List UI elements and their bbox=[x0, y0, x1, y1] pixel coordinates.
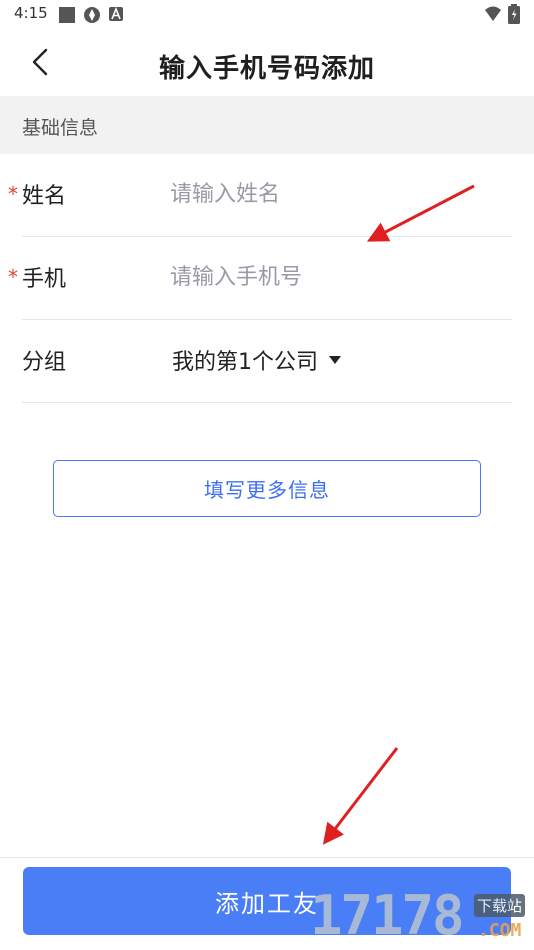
phone-row: * 手机 bbox=[8, 237, 512, 320]
section-title: 基础信息 bbox=[22, 117, 99, 139]
required-mark: * bbox=[8, 265, 18, 289]
name-label: 姓名 bbox=[22, 184, 67, 209]
gear-sync-icon bbox=[84, 7, 100, 23]
wifi-icon bbox=[485, 6, 501, 21]
section-header: 基础信息 bbox=[0, 96, 534, 154]
nav-bar: 输入手机号码添加 bbox=[0, 28, 534, 96]
status-bar: 4:15 bbox=[0, 0, 534, 28]
required-mark: * bbox=[8, 182, 18, 206]
battery-icon bbox=[508, 4, 520, 24]
bottom-divider bbox=[0, 857, 534, 858]
group-row: 分组 我的第1个公司 bbox=[22, 320, 512, 403]
name-input[interactable] bbox=[170, 174, 490, 214]
more-info-button[interactable]: 填写更多信息 bbox=[53, 460, 481, 517]
accessibility-icon bbox=[109, 6, 123, 21]
name-row: * 姓名 bbox=[8, 154, 512, 237]
add-worker-label: 添加工友 bbox=[215, 889, 319, 918]
group-select[interactable]: 我的第1个公司 bbox=[172, 344, 342, 376]
more-info-label: 填写更多信息 bbox=[204, 478, 330, 502]
annotation-arrow bbox=[322, 747, 399, 845]
add-worker-button[interactable]: 添加工友 bbox=[23, 867, 511, 935]
status-time: 4:15 bbox=[14, 4, 48, 22]
group-value: 我的第1个公司 bbox=[172, 350, 318, 375]
square-icon bbox=[59, 7, 75, 23]
page-title: 输入手机号码添加 bbox=[158, 54, 375, 84]
group-label: 分组 bbox=[22, 350, 67, 375]
caret-down-icon bbox=[329, 356, 341, 364]
phone-label: 手机 bbox=[22, 267, 67, 292]
phone-input[interactable] bbox=[170, 257, 490, 297]
